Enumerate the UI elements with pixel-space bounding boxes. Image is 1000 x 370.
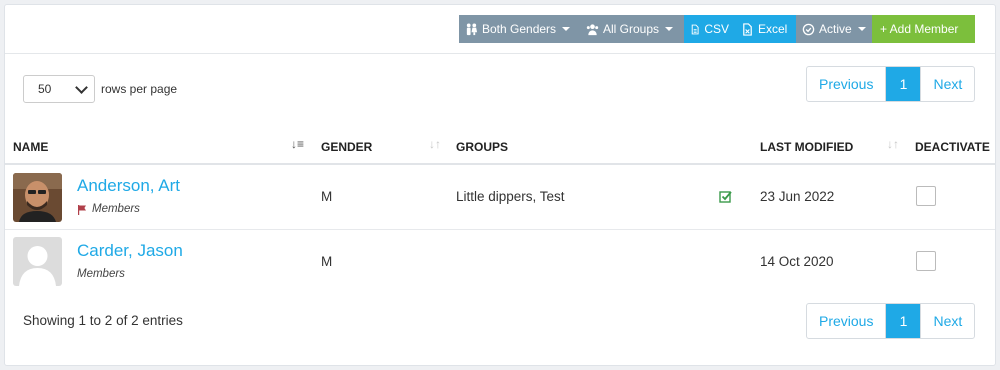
genders-icon — [466, 22, 478, 35]
column-header-last-modified[interactable]: LAST MODIFIED — [760, 140, 853, 154]
avatar — [13, 173, 62, 222]
avatar — [13, 237, 62, 286]
column-header-groups: GROUPS — [456, 140, 509, 154]
current-page-button[interactable]: 1 — [886, 67, 921, 101]
group-filter-button[interactable]: All Groups — [580, 15, 684, 43]
group-filter-label: All Groups — [603, 22, 660, 36]
excel-export-label: Excel — [758, 22, 788, 36]
file-excel-icon — [743, 22, 752, 36]
avatar-placeholder-icon — [13, 237, 62, 286]
rows-per-page-control: 50 rows per page — [23, 75, 177, 103]
column-header-deactivate: DEACTIVATE — [915, 140, 990, 154]
gender-filter-button[interactable]: Both Genders — [459, 15, 580, 43]
toolbar: Both Genders All Groups CSV Excel Active… — [5, 5, 995, 54]
last-modified-cell: 14 Oct 2020 — [760, 254, 834, 269]
rows-per-page-label: rows per page — [101, 82, 178, 96]
member-role: Members — [77, 268, 125, 280]
rows-per-page-select[interactable]: 50 — [23, 75, 95, 103]
active-filter-button[interactable]: Active — [796, 15, 872, 43]
member-role-label: Members — [92, 203, 140, 215]
table-row: Carder, Jason Members M 14 Oct 2020 — [5, 230, 995, 294]
gender-filter-label: Both Genders — [482, 22, 557, 36]
table-header: NAME ↓≡ GENDER ↓↑ GROUPS LAST MODIFIED ↓… — [5, 127, 995, 165]
member-photo — [13, 173, 62, 222]
pagination-top: Previous 1 Next — [806, 66, 976, 102]
check-square-icon[interactable] — [719, 190, 733, 204]
deactivate-checkbox[interactable] — [916, 186, 936, 206]
chevron-down-icon — [75, 80, 88, 94]
member-name-link[interactable]: Anderson, Art — [77, 176, 180, 196]
sort-icon[interactable]: ↓↑ — [887, 137, 899, 151]
previous-page-button[interactable]: Previous — [807, 304, 887, 338]
excel-export-button[interactable]: Excel — [735, 15, 796, 43]
active-filter-label: Active — [819, 22, 852, 36]
chevron-down-icon — [665, 27, 674, 31]
groups-cell: Little dippers, Test — [456, 189, 565, 204]
table-row: Anderson, Art Members M Little dippers, … — [5, 165, 995, 230]
members-panel: Both Genders All Groups CSV Excel Active… — [4, 4, 996, 366]
member-role: Members — [77, 203, 140, 215]
file-text-icon — [691, 24, 699, 34]
sort-icon[interactable]: ↓↑ — [429, 137, 441, 151]
table-info: Showing 1 to 2 of 2 entries — [23, 313, 183, 328]
check-circle-icon — [802, 23, 815, 35]
next-page-button[interactable]: Next — [920, 304, 974, 338]
column-header-gender[interactable]: GENDER — [321, 140, 372, 154]
csv-export-button[interactable]: CSV — [684, 15, 735, 43]
add-member-button[interactable]: + Add Member — [872, 15, 975, 43]
flag-icon — [78, 204, 86, 215]
pagination-bottom: Previous 1 Next — [806, 303, 976, 339]
chevron-down-icon — [857, 27, 866, 31]
deactivate-checkbox[interactable] — [916, 251, 936, 271]
column-header-name[interactable]: NAME — [13, 140, 48, 154]
gender-cell: M — [321, 189, 333, 204]
member-name-link[interactable]: Carder, Jason — [77, 241, 183, 261]
gender-cell: M — [321, 254, 333, 269]
csv-export-label: CSV — [704, 22, 729, 36]
last-modified-cell: 23 Jun 2022 — [760, 189, 835, 204]
chevron-down-icon — [562, 27, 571, 31]
previous-page-button[interactable]: Previous — [807, 67, 887, 101]
rows-per-page-value: 50 — [38, 82, 52, 96]
current-page-button[interactable]: 1 — [886, 304, 921, 338]
sort-alpha-asc-icon[interactable]: ↓≡ — [291, 137, 304, 151]
add-member-label: + Add Member — [880, 22, 959, 36]
next-page-button[interactable]: Next — [920, 67, 974, 101]
member-role-label: Members — [77, 268, 125, 280]
users-icon — [586, 23, 599, 35]
